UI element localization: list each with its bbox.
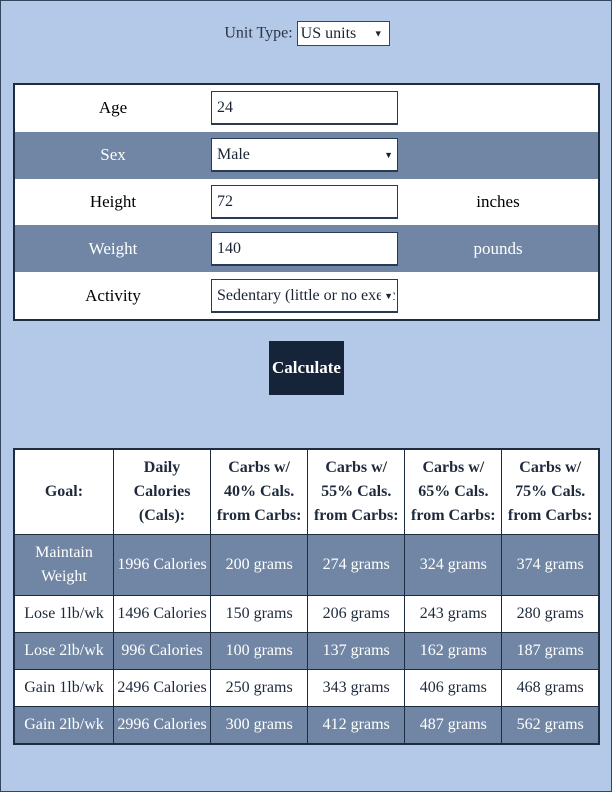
- results-table: Goal: Daily Calories (Cals): Carbs w/ 40% …: [13, 448, 600, 745]
- value-cell: 280 grams: [501, 595, 600, 633]
- column-header: Carbs w/ 55% Cals. from Carbs:: [307, 448, 406, 535]
- goal-cell: Gain 1lb/wk: [13, 669, 114, 707]
- value-cell: 1496 Calories: [112, 595, 212, 633]
- goal-cell: Lose 1lb/wk: [13, 595, 114, 633]
- chevron-down-icon: ▼: [373, 28, 383, 38]
- height-input[interactable]: 72: [211, 184, 398, 219]
- input-form: Age 24 Sex Male ▼ Height 72 inches Weight…: [13, 83, 600, 321]
- activity-select[interactable]: Sedentary (little or no exerc ▼: [211, 278, 398, 313]
- unit-type-select[interactable]: US units ▼: [296, 21, 390, 46]
- value-cell: 150 grams: [210, 595, 309, 633]
- height-row: Height 72 inches: [15, 179, 598, 226]
- activity-value: Sedentary (little or no exerc: [217, 286, 396, 304]
- weight-unit: pounds: [473, 238, 523, 258]
- column-header: Daily Calories (Cals):: [112, 448, 212, 535]
- value-cell: 996 Calories: [112, 632, 212, 670]
- table-row: Gain 1lb/wk 2496 Calories 250 grams 343 gra…: [13, 669, 600, 707]
- table-row: Maintain Weight 1996 Calories 200 grams 274…: [13, 534, 600, 596]
- value-cell: 243 grams: [404, 595, 503, 633]
- calculate-button[interactable]: Calculate: [269, 341, 344, 395]
- value-cell: 187 grams: [501, 632, 600, 670]
- value-cell: 274 grams: [307, 534, 406, 596]
- value-cell: 412 grams: [307, 706, 406, 745]
- goal-cell: Maintain Weight: [13, 534, 114, 596]
- height-unit: inches: [476, 191, 520, 211]
- value-cell: 374 grams: [501, 534, 600, 596]
- value-cell: 468 grams: [501, 669, 600, 707]
- results-header-row: Goal: Daily Calories (Cals): Carbs w/ 40% …: [13, 448, 600, 535]
- column-header: Carbs w/ 40% Cals. from Carbs:: [210, 448, 309, 535]
- value-cell: 1996 Calories: [112, 534, 212, 596]
- value-cell: 406 grams: [404, 669, 503, 707]
- table-row: Lose 1lb/wk 1496 Calories 150 grams 206 gra…: [13, 595, 600, 633]
- sex-value: Male: [217, 146, 250, 164]
- weight-label: Weight: [88, 238, 138, 258]
- activity-label: Activity: [85, 285, 141, 305]
- value-cell: 487 grams: [404, 706, 503, 745]
- column-header: Carbs w/ 75% Cals. from Carbs:: [501, 448, 600, 535]
- column-header: Goal:: [13, 448, 114, 535]
- unit-type-row: Unit Type: US units ▼: [1, 21, 612, 46]
- goal-cell: Gain 2lb/wk: [13, 706, 114, 745]
- value-cell: 2996 Calories: [112, 706, 212, 745]
- value-cell: 2496 Calories: [112, 669, 212, 707]
- chevron-down-icon: ▼: [381, 139, 393, 171]
- value-cell: 324 grams: [404, 534, 503, 596]
- chevron-down-icon: ▼: [381, 279, 393, 311]
- value-cell: 343 grams: [307, 669, 406, 707]
- column-header: Carbs w/ 65% Cals. from Carbs:: [404, 448, 503, 535]
- table-row: Gain 2lb/wk 2996 Calories 300 grams 412 gra…: [13, 706, 600, 745]
- goal-cell: Lose 2lb/wk: [13, 632, 114, 670]
- value-cell: 250 grams: [210, 669, 309, 707]
- sex-row: Sex Male ▼: [15, 131, 598, 179]
- unit-type-label: Unit Type:: [224, 24, 293, 42]
- weight-input[interactable]: 140: [211, 231, 398, 266]
- value-cell: 562 grams: [501, 706, 600, 745]
- activity-row: Activity Sedentary (little or no exerc ▼: [15, 272, 598, 319]
- weight-row: Weight 140 pounds: [15, 225, 598, 273]
- unit-type-value: US units: [300, 25, 357, 42]
- table-row: Lose 2lb/wk 996 Calories 100 grams 137 gram…: [13, 632, 600, 670]
- sex-select[interactable]: Male ▼: [211, 138, 398, 173]
- height-label: Height: [89, 191, 137, 211]
- value-cell: 100 grams: [210, 632, 309, 670]
- value-cell: 300 grams: [210, 706, 309, 745]
- age-input[interactable]: 24: [211, 91, 398, 126]
- sex-label: Sex: [100, 145, 126, 165]
- value-cell: 206 grams: [307, 595, 406, 633]
- value-cell: 200 grams: [210, 534, 309, 596]
- value-cell: 137 grams: [307, 632, 406, 670]
- value-cell: 162 grams: [404, 632, 503, 670]
- age-row: Age 24: [15, 85, 598, 132]
- age-label: Age: [98, 98, 128, 118]
